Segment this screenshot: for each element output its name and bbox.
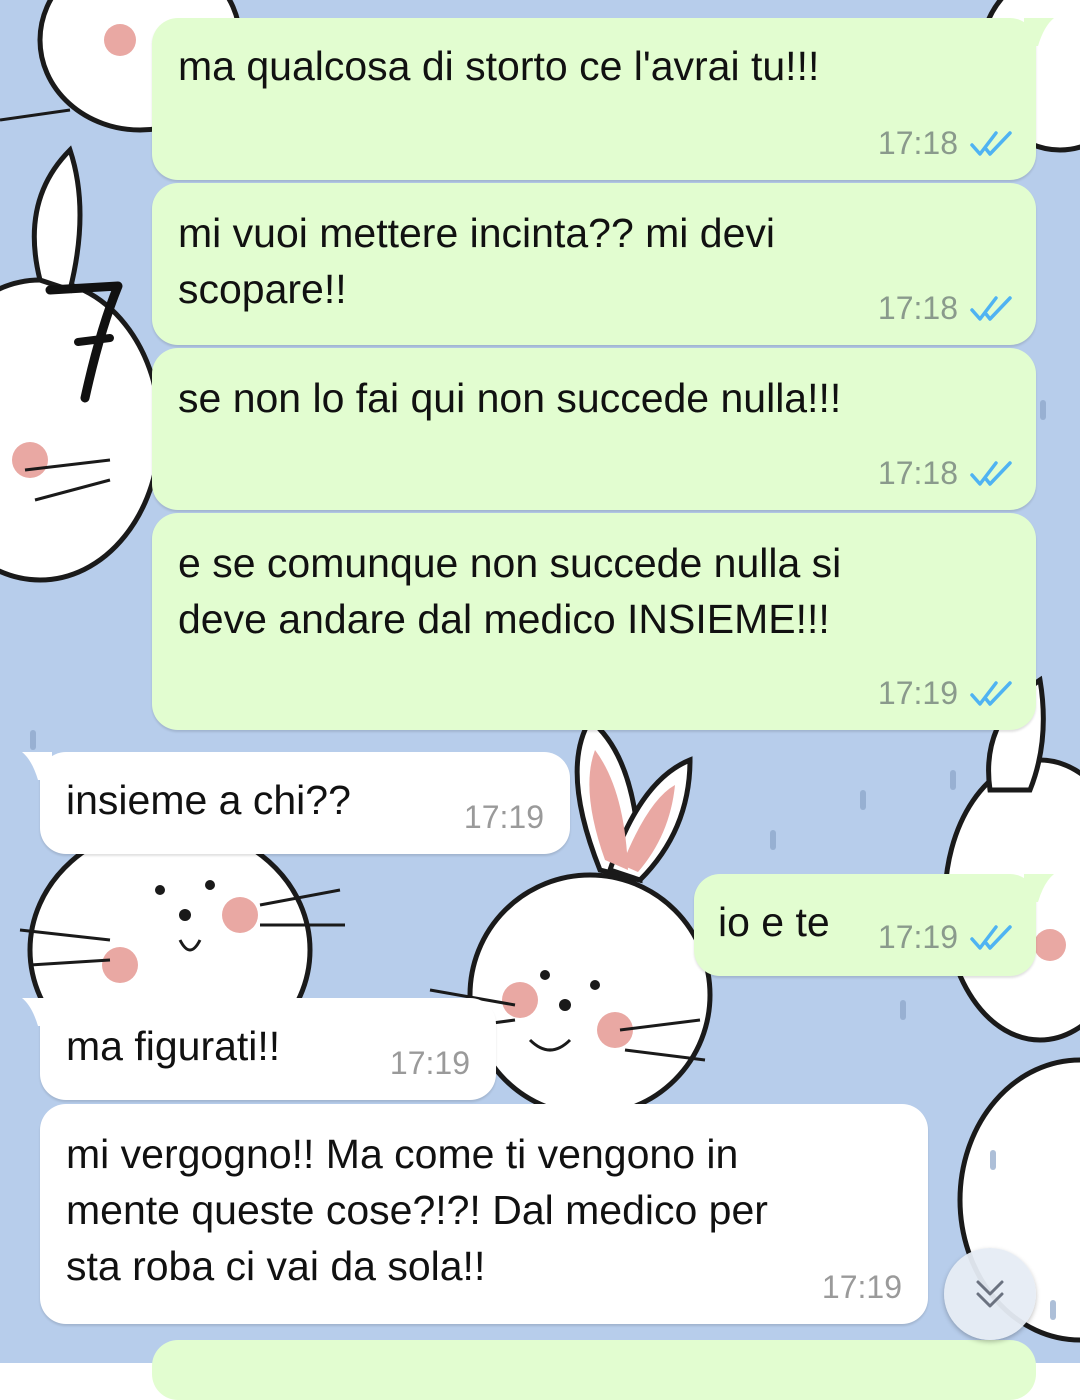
handwritten-number-annotation (40, 270, 130, 410)
message-bubble-outgoing[interactable]: ma qualcosa di storto ce l'avrai tu!!! 1… (152, 18, 1054, 180)
message-bubble-partial (152, 1340, 1036, 1400)
message-time: 17:18 (877, 290, 958, 326)
double-check-icon (970, 130, 1012, 156)
message-meta: 17:19 (878, 919, 1014, 956)
message-meta: 17:19 (822, 1269, 902, 1306)
message-text: e se comunque non succede nulla si deve … (178, 540, 842, 642)
message-bubble-incoming[interactable]: insieme a chi?? 17:19 (22, 752, 570, 854)
message-text: ma qualcosa di storto ce l'avrai tu!!! (178, 43, 820, 89)
message-text: mi vergogno!! Ma come ti vengono in ment… (66, 1131, 768, 1289)
bubble-tail (22, 752, 52, 780)
message-text: se non lo fai qui non succede nulla!!! (178, 375, 842, 421)
message-text: mi vuoi mettere incinta?? mi devi scopar… (178, 210, 776, 312)
message-time: 17:18 (877, 125, 958, 161)
message-bubble-outgoing[interactable]: se non lo fai qui non succede nulla!!! 1… (152, 348, 1036, 510)
bubble-tail (1024, 18, 1054, 46)
message-meta: 17:18 (878, 290, 1014, 327)
message-meta: 17:19 (464, 799, 544, 836)
number-seven-drawing (45, 281, 123, 403)
message-text: ma figurati!! (66, 1023, 281, 1069)
message-bubble-outgoing[interactable]: e se comunque non succede nulla si deve … (152, 513, 1036, 730)
message-time: 17:19 (877, 675, 958, 711)
message-meta: 17:19 (390, 1045, 470, 1082)
message-bubble-outgoing[interactable]: mi vuoi mettere incinta?? mi devi scopar… (152, 183, 1036, 345)
message-meta: 17:19 (878, 675, 1014, 712)
chevrons-down-icon (976, 1280, 1004, 1308)
bubble-tail (22, 998, 52, 1026)
message-time: 17:19 (389, 1045, 470, 1081)
message-meta: 17:18 (878, 455, 1014, 492)
message-text: insieme a chi?? (66, 777, 351, 823)
message-time: 17:18 (877, 455, 958, 491)
double-check-icon (970, 460, 1012, 486)
double-check-icon (970, 680, 1012, 706)
message-time: 17:19 (821, 1269, 902, 1305)
message-meta: 17:18 (878, 125, 1014, 162)
message-bubble-outgoing[interactable]: io e te 17:19 (694, 874, 1054, 976)
bubble-tail (1024, 874, 1054, 902)
scroll-to-bottom-button[interactable] (944, 1248, 1036, 1340)
message-text: io e te (718, 899, 830, 945)
message-time: 17:19 (463, 799, 544, 835)
message-time: 17:19 (877, 919, 958, 955)
double-check-icon (970, 295, 1012, 321)
double-check-icon (970, 924, 1012, 950)
message-bubble-incoming[interactable]: ma figurati!! 17:19 (22, 998, 496, 1100)
message-bubble-incoming[interactable]: mi vergogno!! Ma come ti vengono in ment… (40, 1104, 928, 1324)
